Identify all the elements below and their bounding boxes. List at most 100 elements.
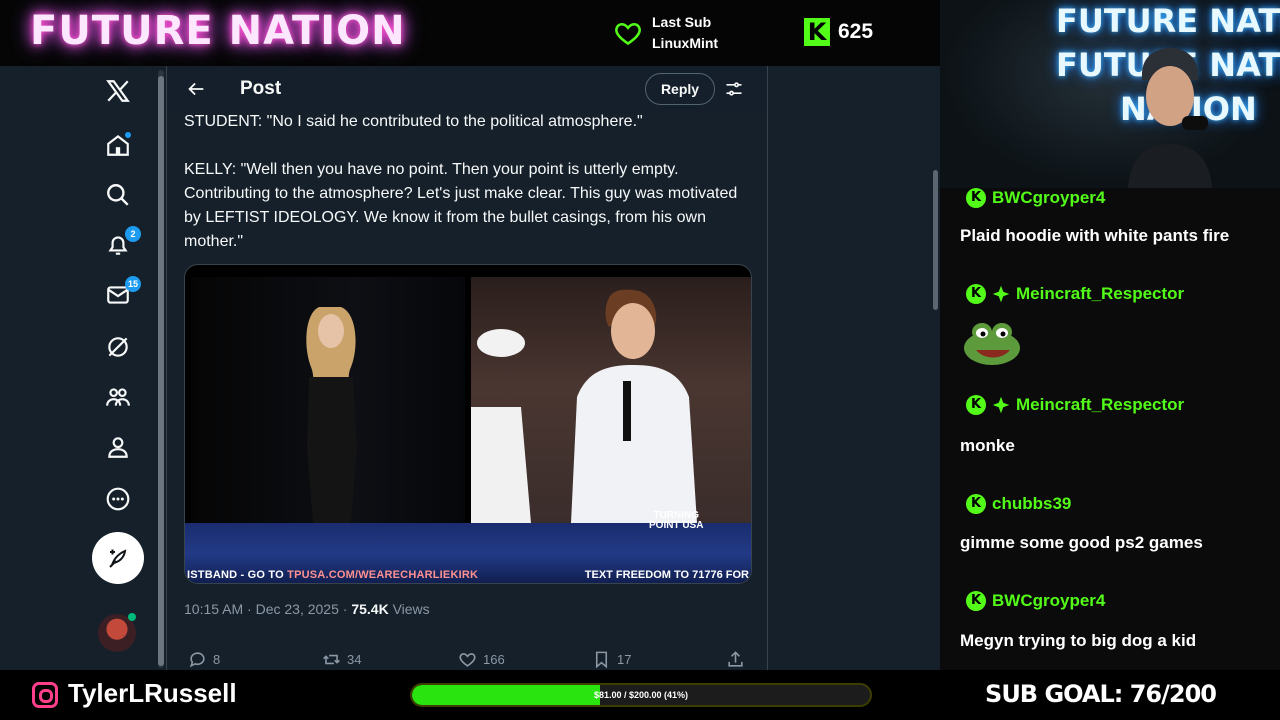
- reply-count: 8: [213, 652, 221, 667]
- reply-icon: [189, 652, 205, 668]
- last-sub-label: Last Sub: [652, 14, 712, 30]
- share-icon: [728, 651, 743, 667]
- reply-button[interactable]: Reply: [645, 73, 715, 105]
- chat-message: gimme some good ps2 games: [960, 533, 1203, 552]
- repost-action[interactable]: 34: [322, 650, 361, 669]
- page-title: Post: [240, 78, 282, 99]
- chat-message: monke: [960, 436, 1015, 455]
- chat-username-text: BWCgroyper4: [992, 591, 1106, 610]
- reply-action[interactable]: 8: [188, 650, 220, 669]
- settings-sliders-icon[interactable]: [724, 79, 744, 99]
- post-body: STUDENT: "No I said he contributed to th…: [184, 110, 754, 254]
- brand-logo: FUTURE NATION: [30, 8, 406, 54]
- bookmark-icon: [595, 651, 608, 669]
- repost-icon: [323, 654, 340, 665]
- chat-message: Megyn trying to big dog a kid: [960, 631, 1197, 650]
- post-video[interactable]: TURNING POINT USA ISTBAND - GO TO TPUSA.…: [184, 264, 752, 584]
- logo-line: POINT USA: [649, 520, 704, 531]
- chat-username[interactable]: K Meincraft_Respector: [966, 395, 1184, 415]
- chat-username[interactable]: K chubbs39: [966, 494, 1071, 514]
- chat-username[interactable]: K BWCgroyper4: [966, 188, 1105, 208]
- bookmark-count: 17: [617, 652, 632, 667]
- stream-overlay: FUTURE NATION Last Sub LinuxMint K 625 2…: [0, 0, 1280, 720]
- kick-badge-icon: K: [966, 188, 986, 208]
- x-browser-window: 2 15 Post Reply STUDENT: "No I said he c…: [0, 66, 940, 670]
- post-header: Post Reply: [167, 66, 767, 112]
- views-count: 75.4K: [351, 601, 389, 617]
- page-scrollbar[interactable]: [933, 170, 938, 310]
- more-icon[interactable]: [101, 482, 135, 516]
- views-label: Views: [388, 601, 430, 617]
- kick-badge-icon: K: [966, 284, 986, 304]
- chat-username-text: BWCgroyper4: [992, 188, 1106, 207]
- chat-username-text: Meincraft_Respector: [1016, 395, 1185, 414]
- kick-logo-icon: K: [804, 18, 830, 46]
- instagram-icon: [32, 682, 58, 708]
- chat-username-text: Meincraft_Respector: [1016, 284, 1185, 303]
- kick-follower-widget: K 625: [804, 18, 873, 46]
- share-action[interactable]: [726, 650, 745, 669]
- turning-point-logo: TURNING POINT USA: [649, 511, 703, 531]
- heart-icon: [459, 653, 476, 667]
- messages-icon[interactable]: 15: [101, 276, 141, 312]
- post-column: Post Reply STUDENT: "No I said he contri…: [166, 66, 768, 670]
- post-text-line: KELLY: "Well then you have no point. The…: [184, 161, 738, 250]
- sparkle-badge-icon: [992, 396, 1010, 414]
- back-arrow-icon[interactable]: [185, 78, 207, 100]
- notifications-badge: 2: [125, 226, 141, 242]
- kick-badge-icon: K: [966, 591, 986, 611]
- donation-goal-text: $81.00 / $200.00 (41%): [593, 690, 689, 700]
- heart-icon: [615, 22, 641, 46]
- chat-username[interactable]: K Meincraft_Respector: [966, 284, 1184, 304]
- like-count: 166: [483, 652, 505, 667]
- pepe-emote-icon: [964, 323, 1020, 365]
- kick-badge-icon: K: [966, 494, 986, 514]
- speaker-figure: [306, 307, 357, 523]
- ticker-url: TPUSA.COM/WEARECHARLIEKIRK: [287, 569, 479, 581]
- neon-sign: FUTURE NATION: [1056, 2, 1280, 40]
- profile-icon[interactable]: [101, 430, 135, 464]
- interviewer-figure: [471, 329, 531, 523]
- compose-button[interactable]: [92, 532, 144, 584]
- repost-count: 34: [347, 652, 362, 667]
- post-actions: 8 34 166 17: [184, 650, 754, 670]
- social-handle: TylerLRussell: [68, 678, 237, 708]
- chat-panel: K BWCgroyper4 Plaid hoodie with white pa…: [940, 188, 1280, 670]
- last-sub-widget: Last Sub LinuxMint: [614, 12, 718, 54]
- post-timestamp[interactable]: 10:15 AM · Dec 23, 2025 ·: [184, 601, 351, 617]
- communities-icon[interactable]: [101, 380, 135, 414]
- kick-badge-icon: K: [966, 395, 986, 415]
- messages-badge: 15: [124, 276, 141, 292]
- overlay-top-bar: FUTURE NATION Last Sub LinuxMint K 625: [0, 0, 940, 66]
- home-icon[interactable]: [101, 128, 135, 162]
- webcam-panel: FUTURE NATION FUTURE NATION NATION: [940, 0, 1280, 188]
- post-meta: 10:15 AM · Dec 23, 2025 · 75.4K Views: [184, 601, 430, 617]
- follower-count: 625: [838, 20, 874, 43]
- streamer-figure: [1128, 48, 1212, 188]
- compose-icon: [109, 549, 127, 568]
- sidebar-nav: 2 15: [0, 66, 164, 670]
- sub-goal-label: SUB GOAL: 76/200: [985, 680, 1217, 708]
- last-sub-name: LinuxMint: [652, 35, 719, 51]
- bookmark-action[interactable]: 17: [592, 650, 631, 669]
- notifications-icon[interactable]: 2: [101, 226, 141, 262]
- ticker-text: ISTBAND - GO TO: [187, 569, 288, 581]
- chat-message: Plaid hoodie with white pants fire: [960, 226, 1230, 245]
- like-action[interactable]: 166: [458, 650, 505, 669]
- donation-goal-bar: $81.00 / $200.00 (41%): [410, 683, 872, 707]
- video-left-panel: [191, 277, 465, 523]
- video-ticker-left: ISTBAND - GO TO TPUSA.COM/WEARECHARLIEKI…: [187, 569, 478, 581]
- sparkle-badge-icon: [992, 285, 1010, 303]
- chat-username[interactable]: K BWCgroyper4: [966, 591, 1105, 611]
- video-right-panel: [471, 277, 751, 523]
- x-logo-icon[interactable]: [101, 74, 135, 108]
- chat-username-text: chubbs39: [992, 494, 1072, 513]
- post-text-line: STUDENT: "No I said he contributed to th…: [184, 113, 643, 130]
- video-ticker-right: TEXT FREEDOM TO 71776 FOR: [584, 569, 749, 581]
- search-icon[interactable]: [101, 178, 135, 212]
- grok-icon[interactable]: [101, 330, 135, 364]
- sidebar-scrollbar[interactable]: [158, 76, 164, 666]
- page-scrollbar-track: [931, 66, 940, 670]
- online-status-dot: [128, 613, 136, 621]
- student-figure: [571, 289, 697, 523]
